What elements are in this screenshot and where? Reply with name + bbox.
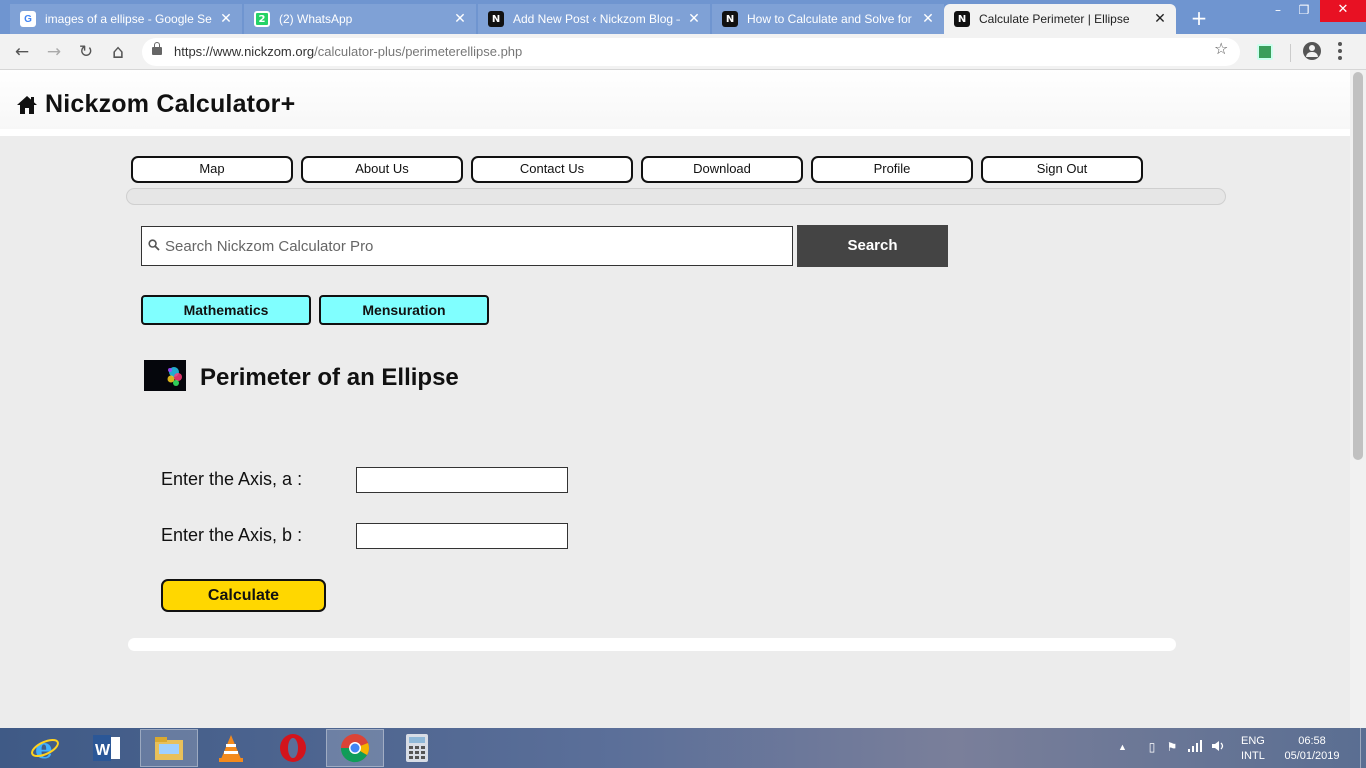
- close-tab-icon[interactable]: ✕: [686, 11, 702, 27]
- browser-toolbar: ← → ↻ ⌂ https://www.nickzom.org/calculat…: [0, 34, 1366, 70]
- internet-explorer-icon[interactable]: e: [16, 729, 74, 767]
- top-navigation: Map About Us Contact Us Download Profile…: [131, 156, 1143, 183]
- tab-title: Add New Post ‹ Nickzom Blog —: [513, 12, 680, 26]
- close-tab-icon[interactable]: ✕: [1152, 11, 1168, 27]
- scrollbar-thumb[interactable]: [1353, 72, 1363, 460]
- vlc-icon[interactable]: [202, 729, 260, 767]
- category-mathematics[interactable]: Mathematics: [141, 295, 311, 325]
- system-clock[interactable]: 06:58 05/01/2019: [1283, 734, 1341, 768]
- close-tab-icon[interactable]: ✕: [452, 11, 468, 27]
- forward-icon[interactable]: →: [42, 40, 66, 64]
- file-explorer-icon[interactable]: [140, 729, 198, 767]
- tab-google-search[interactable]: G images of a ellipse - Google Sea ✕: [10, 4, 242, 34]
- calculator-thumbnail: [144, 360, 186, 391]
- tab-how-to-calculate[interactable]: N How to Calculate and Solve for t ✕: [712, 4, 944, 34]
- brand-name: Nickzom Calculator+: [45, 90, 296, 118]
- nav-profile[interactable]: Profile: [811, 156, 973, 183]
- volume-icon[interactable]: [1212, 740, 1226, 754]
- search-input[interactable]: [165, 227, 785, 265]
- category-mensuration[interactable]: Mensuration: [319, 295, 489, 325]
- home-icon: [17, 95, 37, 114]
- close-window-button[interactable]: ✕: [1320, 0, 1366, 22]
- language-code: ENG: [1241, 735, 1265, 747]
- nav-contact-us[interactable]: Contact Us: [471, 156, 633, 183]
- back-icon[interactable]: ←: [10, 40, 34, 64]
- nav-download[interactable]: Download: [641, 156, 803, 183]
- close-tab-icon[interactable]: ✕: [218, 11, 234, 27]
- close-tab-icon[interactable]: ✕: [920, 11, 936, 27]
- bookmark-star-icon[interactable]: ☆: [1214, 39, 1228, 58]
- lock-icon: [152, 42, 162, 56]
- opera-icon[interactable]: [264, 729, 322, 767]
- network-flag-icon[interactable]: ⚑: [1165, 740, 1179, 754]
- site-brand[interactable]: Nickzom Calculator+: [16, 90, 295, 119]
- tab-whatsapp[interactable]: 2 (2) WhatsApp ✕: [244, 4, 476, 34]
- search-button[interactable]: Search: [797, 225, 948, 267]
- tab-title: (2) WhatsApp: [279, 12, 353, 26]
- show-desktop-button[interactable]: [1360, 728, 1366, 768]
- kebab-menu-icon[interactable]: [1338, 42, 1342, 60]
- axis-a-label: Enter the Axis, a :: [161, 469, 303, 489]
- site-header: Nickzom Calculator+: [0, 70, 1350, 136]
- nav-sign-out[interactable]: Sign Out: [981, 156, 1143, 183]
- page-scrollbar[interactable]: [1350, 70, 1366, 728]
- google-icon: G: [20, 11, 36, 27]
- maximize-button[interactable]: ❐: [1292, 0, 1316, 22]
- calculator-icon[interactable]: [388, 729, 446, 767]
- show-hidden-icons-icon[interactable]: ▲: [1118, 742, 1127, 768]
- tab-title: How to Calculate and Solve for t: [747, 12, 914, 26]
- keyboard-layout: INTL: [1241, 750, 1265, 762]
- clock-time: 06:58: [1298, 735, 1326, 747]
- svg-text:W: W: [95, 742, 111, 759]
- axis-b-input[interactable]: [356, 523, 568, 549]
- url-text: https://www.nickzom.org/calculator-plus/…: [174, 44, 522, 59]
- nickzom-icon: N: [488, 11, 504, 27]
- extension-icon[interactable]: [1257, 44, 1273, 60]
- whatsapp-icon: 2: [254, 11, 270, 27]
- page-viewport: Nickzom Calculator+ Map About Us Contact…: [0, 70, 1350, 728]
- svg-text:e: e: [35, 733, 53, 763]
- language-indicator[interactable]: ENG INTL: [1241, 734, 1265, 768]
- url-host: https://www.nickzom.org: [174, 44, 315, 59]
- windows-taskbar: e W ▲ ▯ ⚑ ENG INTL 06:58 05/01/2019: [0, 728, 1366, 768]
- reload-icon[interactable]: ↻: [74, 40, 98, 64]
- minimize-button[interactable]: –: [1266, 0, 1290, 22]
- calculate-button[interactable]: Calculate: [161, 579, 326, 612]
- chrome-icon[interactable]: [326, 729, 384, 767]
- nav-divider-bar: [126, 188, 1226, 205]
- search-icon: [148, 239, 160, 251]
- nickzom-icon: N: [954, 11, 970, 27]
- new-tab-button[interactable]: +: [1188, 6, 1210, 30]
- clock-date: 05/01/2019: [1284, 750, 1340, 762]
- footer-divider: [128, 638, 1176, 651]
- browser-tab-strip: G images of a ellipse - Google Sea ✕ 2 (…: [0, 0, 1366, 34]
- axis-b-label: Enter the Axis, b :: [161, 525, 303, 545]
- tab-title: images of a ellipse - Google Sea: [45, 12, 212, 26]
- nav-about-us[interactable]: About Us: [301, 156, 463, 183]
- toolbar-divider: [1290, 44, 1291, 62]
- tab-add-new-post[interactable]: N Add New Post ‹ Nickzom Blog — ✕: [478, 4, 710, 34]
- home-button-icon[interactable]: ⌂: [106, 40, 130, 64]
- page-title: Perimeter of an Ellipse: [200, 364, 459, 391]
- account-icon[interactable]: [1303, 42, 1321, 60]
- axis-a-input[interactable]: [356, 467, 568, 493]
- tab-calculate-perimeter[interactable]: N Calculate Perimeter | Ellipse ✕: [944, 4, 1176, 34]
- address-bar[interactable]: https://www.nickzom.org/calculator-plus/…: [142, 38, 1240, 66]
- word-icon[interactable]: W: [78, 729, 136, 767]
- nickzom-icon: N: [722, 11, 738, 27]
- tab-title: Calculate Perimeter | Ellipse: [979, 12, 1130, 26]
- url-path: /calculator-plus/perimeterellipse.php: [314, 44, 523, 59]
- search-box: [141, 226, 793, 266]
- nav-map[interactable]: Map: [131, 156, 293, 183]
- signal-icon[interactable]: [1188, 740, 1202, 754]
- battery-icon[interactable]: ▯: [1145, 740, 1159, 754]
